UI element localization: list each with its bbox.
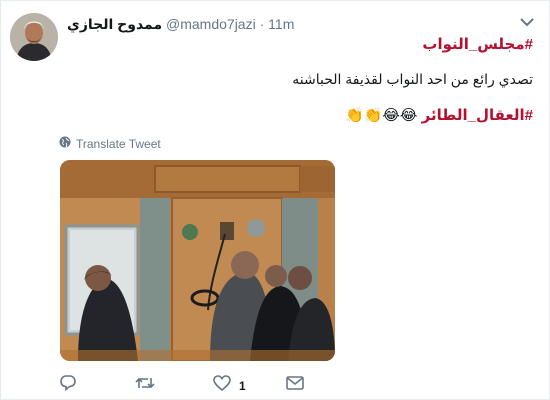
heart-icon	[213, 375, 231, 396]
envelope-icon	[285, 375, 304, 396]
timestamp[interactable]: 11m	[268, 16, 294, 32]
reply-button[interactable]	[59, 375, 77, 396]
display-name[interactable]: ممدوح الجازي	[67, 16, 162, 32]
translate-tweet-button[interactable]: Translate Tweet	[59, 136, 161, 151]
tweet-card[interactable]: ممدوح الجازي @mamdo7jazi · 11m #مجلس_الن…	[0, 0, 550, 400]
retweet-icon	[135, 375, 155, 396]
tweet-media-image[interactable]	[60, 160, 335, 361]
like-button[interactable]: 1	[213, 375, 246, 396]
like-count: 1	[239, 378, 246, 393]
hashtag-link-2[interactable]: #العقال_الطائر	[422, 107, 533, 124]
hashtag-emoji-line: #العقال_الطائر 😂😂👏👏	[345, 106, 533, 124]
avatar[interactable]	[10, 13, 58, 61]
tweet-text: تصدي رائع من احد النواب لقذيفة الحباشنه	[292, 71, 533, 87]
hashtag-line: #مجلس_النواب	[422, 35, 533, 53]
chevron-down-icon[interactable]	[519, 15, 535, 27]
retweet-button[interactable]	[135, 375, 155, 396]
globe-icon	[59, 136, 71, 151]
reply-icon	[59, 375, 77, 396]
hashtag-link[interactable]: #مجلس_النواب	[422, 36, 533, 53]
separator-dot: ·	[259, 16, 265, 32]
emoji-text: 😂😂👏👏	[345, 107, 418, 124]
translate-label: Translate Tweet	[76, 136, 161, 151]
tweet-header: ممدوح الجازي @mamdo7jazi · 11m	[67, 15, 294, 33]
user-handle[interactable]: @mamdo7jazi	[166, 16, 256, 32]
tweet-actions: 1	[59, 375, 362, 396]
direct-message-button[interactable]	[285, 375, 304, 396]
